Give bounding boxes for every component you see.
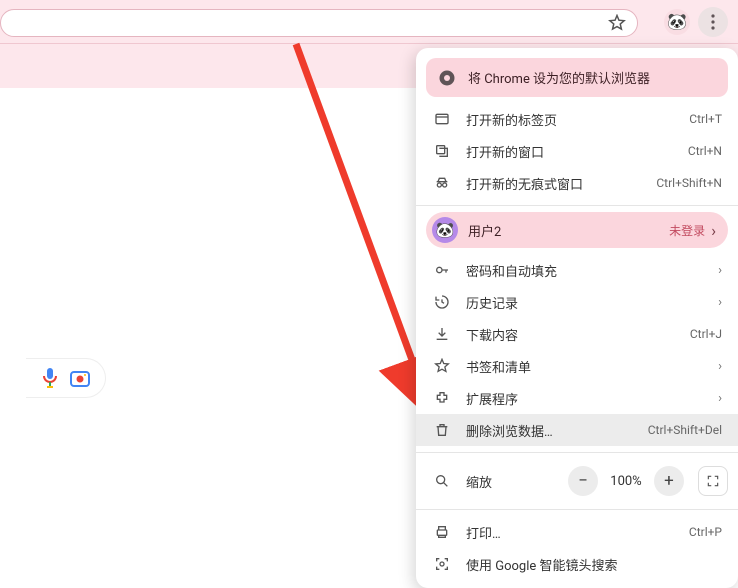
fullscreen-button[interactable] [698,466,728,496]
bookmark-star-button[interactable] [603,10,631,36]
menu-item-shortcut: Ctrl+Shift+Del [648,423,722,437]
menu-item-label: 下载内容 [466,325,690,344]
more-menu-button[interactable] [698,7,728,37]
menu-item-google-lens[interactable]: 使用 Google 智能镜头搜索 [416,548,738,580]
chevron-right-icon: › [718,263,722,278]
menu-item-incognito[interactable]: 打开新的无痕式窗口 Ctrl+Shift+N [416,167,738,199]
menu-item-shortcut: Ctrl+N [688,144,722,158]
menu-item-clear-browsing-data[interactable]: 删除浏览数据… Ctrl+Shift+Del [416,414,738,446]
menu-separator [416,452,738,453]
fullscreen-icon [706,474,720,488]
menu-item-label: 打开新的标签页 [466,110,689,129]
menu-item-label: 打印… [466,523,689,542]
menu-item-print[interactable]: 打印… Ctrl+P [416,516,738,548]
star-icon [432,356,452,376]
menu-item-bookmarks[interactable]: 书签和清单 › [416,350,738,382]
zoom-in-button[interactable]: + [654,466,684,496]
menu-item-label: 历史记录 [466,293,712,312]
chrome-main-menu: 将 Chrome 设为您的默认浏览器 打开新的标签页 Ctrl+T 打开新的窗口… [416,48,738,588]
incognito-icon [432,173,452,193]
menu-zoom-row: 缩放 − 100% + [416,459,738,503]
puzzle-icon [432,388,452,408]
address-bar-area [0,9,638,37]
menu-item-shortcut: Ctrl+P [689,525,722,539]
avatar-emoji: 🐼 [667,12,687,31]
trash-icon [432,420,452,440]
menu-item-shortcut: Ctrl+T [689,112,722,126]
user-name: 用户2 [468,221,669,240]
magnifier-icon [432,471,452,491]
history-icon [432,292,452,312]
menu-item-label: 书签和清单 [466,357,712,376]
promo-text: 将 Chrome 设为您的默认浏览器 [468,68,650,87]
menu-item-label: 打开新的无痕式窗口 [466,174,656,193]
menu-item-history[interactable]: 历史记录 › [416,286,738,318]
menu-item-label: 打开新的窗口 [466,142,688,161]
topbar-right: 🐼 [664,7,738,37]
menu-user-row[interactable]: 🐼 用户2 未登录 › [426,212,728,248]
zoom-out-button[interactable]: − [568,466,598,496]
microphone-icon [41,367,59,389]
window-icon [432,141,452,161]
profile-avatar[interactable]: 🐼 [664,9,690,35]
menu-separator [416,205,738,206]
printer-icon [432,522,452,542]
download-icon [432,324,452,344]
star-icon [608,14,626,32]
chevron-right-icon: › [718,295,722,310]
tab-icon [432,109,452,129]
chrome-icon [438,69,456,87]
lens-frame-icon [432,554,452,574]
menu-item-shortcut: Ctrl+J [690,327,722,341]
chevron-right-icon: › [718,359,722,374]
user-avatar: 🐼 [432,217,458,243]
menu-item-new-tab[interactable]: 打开新的标签页 Ctrl+T [416,103,738,135]
menu-item-shortcut: Ctrl+Shift+N [656,176,722,190]
menu-item-label: 使用 Google 智能镜头搜索 [466,555,722,574]
zoom-controls: − 100% + [568,466,728,496]
menu-item-extensions[interactable]: 扩展程序 › [416,382,738,414]
menu-item-label: 密码和自动填充 [466,261,712,280]
menu-item-label: 删除浏览数据… [466,421,648,440]
browser-topbar: 🐼 [0,0,738,44]
menu-separator [416,509,738,510]
zoom-label: 缩放 [466,472,568,491]
zoom-percent: 100% [606,474,646,489]
search-voice-lens [26,358,106,398]
address-bar[interactable] [0,9,638,37]
menu-item-label: 扩展程序 [466,389,712,408]
chevron-right-icon: › [718,391,722,406]
default-browser-promo[interactable]: 将 Chrome 设为您的默认浏览器 [426,58,728,97]
voice-search-button[interactable] [41,367,59,389]
chevron-right-icon: › [711,221,716,240]
lens-search-button[interactable] [69,367,91,389]
user-status: 未登录 [669,222,705,239]
camera-icon [69,367,91,389]
menu-item-downloads[interactable]: 下载内容 Ctrl+J [416,318,738,350]
dots-vertical-icon [711,14,715,30]
key-icon [432,260,452,280]
menu-item-passwords[interactable]: 密码和自动填充 › [416,254,738,286]
avatar-emoji: 🐼 [436,221,455,239]
menu-item-new-window[interactable]: 打开新的窗口 Ctrl+N [416,135,738,167]
